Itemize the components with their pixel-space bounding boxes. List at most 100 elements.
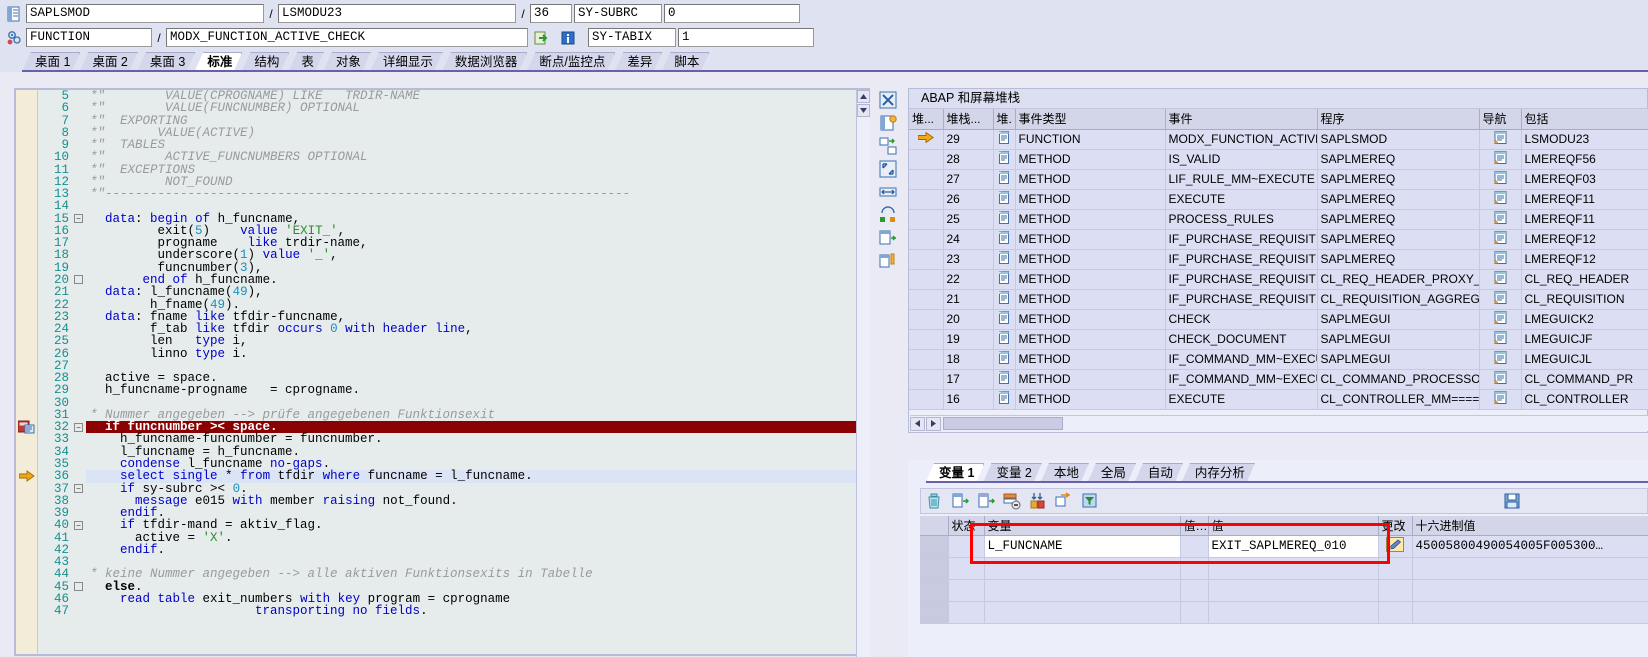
tab-4[interactable]: 结构 xyxy=(241,52,289,72)
variables-value[interactable] xyxy=(1208,557,1379,580)
stack-scroll-left-button[interactable] xyxy=(910,416,925,431)
table-row[interactable]: 28 METHOD IS_VALID SAPLMEREQ LMEREQF56 xyxy=(909,149,1648,170)
tab-2[interactable]: 桌面 3 xyxy=(137,52,195,72)
stack-table-body[interactable]: 29 FUNCTIONMODX_FUNCTION_ACTIVE_…SAPLSMOD… xyxy=(909,129,1648,410)
table-row[interactable]: 20 METHOD CHECK SAPLMEGUI LMEGUICK2 xyxy=(909,309,1648,330)
stack-column-header-5[interactable]: 程序 xyxy=(1317,109,1480,130)
code-line[interactable]: *"--------------------------------------… xyxy=(86,188,870,201)
line-number-field[interactable]: 36 xyxy=(530,4,572,23)
code-line[interactable]: message e015 with member raising not_fou… xyxy=(86,494,870,507)
code-line[interactable]: *" ACTIVE_FUNCNUMBERS OPTIONAL xyxy=(86,151,870,164)
variables-tab-0[interactable]: 变量 1 xyxy=(926,463,984,482)
code-vertical-scrollbar[interactable] xyxy=(856,90,870,657)
stack-column-header-0[interactable]: 堆... xyxy=(909,109,944,130)
stack-navigate-icon[interactable] xyxy=(1479,229,1522,250)
variables-tab-5[interactable]: 内存分析 xyxy=(1182,463,1255,482)
tab-5[interactable]: 表 xyxy=(288,52,324,72)
variables-row[interactable] xyxy=(920,601,1648,624)
stack-scroll-right-button[interactable] xyxy=(926,416,941,431)
pencil-icon[interactable] xyxy=(1386,537,1404,553)
stack-column-header-2[interactable]: 堆. xyxy=(993,109,1016,130)
code-fold-toggle-icon[interactable] xyxy=(74,275,83,285)
tab-3[interactable]: 标准 xyxy=(194,52,242,72)
variables-row-selector[interactable] xyxy=(920,601,949,624)
event-name-field[interactable]: MODX_FUNCTION_ACTIVE_CHECK xyxy=(166,28,528,47)
code-folding-gutter[interactable]: − − − − xyxy=(72,90,86,654)
variables-tab-4[interactable]: 自动 xyxy=(1135,463,1183,482)
stack-navigate-icon[interactable] xyxy=(1479,369,1522,390)
code-line[interactable]: *" VALUE(FUNCNUMBER) OPTIONAL xyxy=(86,102,870,115)
table-row[interactable]: 21METHODIF_PURCHASE_REQUISITION…CL_REQUI… xyxy=(909,289,1648,310)
tab-8[interactable]: 数据浏览器 xyxy=(442,52,528,72)
delete-icon[interactable] xyxy=(921,490,947,512)
variables-value[interactable] xyxy=(1208,601,1379,624)
stack-navigate-icon[interactable] xyxy=(1479,249,1522,270)
sy-tabix-value[interactable]: 1 xyxy=(678,28,814,47)
variables-row[interactable] xyxy=(920,557,1648,580)
code-line[interactable]: * keine Nummer angegeben --> alle aktive… xyxy=(86,568,870,581)
program-field[interactable]: SAPLSMOD xyxy=(26,4,264,23)
code-line[interactable]: transporting no fields. xyxy=(86,605,870,618)
code-line[interactable]: data: l_funcname(49), xyxy=(86,286,870,299)
table-row[interactable]: 16 METHOD EXECUTE CL_CONTROLLER_MM====… CL_C… xyxy=(909,389,1648,410)
code-fold-toggle-icon[interactable] xyxy=(74,582,83,592)
variables-column-header-1[interactable]: 状态 xyxy=(948,516,985,536)
code-line[interactable]: select single * from tfdir where funcnam… xyxy=(86,470,870,483)
stack-table[interactable]: 堆... 堆栈... 堆. 事件类型 事件 程序 导航 包括 29 FUNCTION MODX_F… xyxy=(909,109,1648,410)
table-row[interactable]: 19 METHOD CHECK_DOCUMENT SAPLMEGUI LMEGUICJF xyxy=(909,329,1648,350)
variables-name[interactable] xyxy=(984,579,1181,602)
table-row[interactable]: 17METHODIF_COMMAND_MM~EXECUTECL_COMMAND_… xyxy=(909,369,1648,390)
code-line[interactable]: active = 'X'. xyxy=(86,531,870,544)
code-line[interactable]: *" VALUE(ACTIVE) xyxy=(86,127,870,140)
save-icon[interactable] xyxy=(1499,490,1525,512)
transfer-icon[interactable] xyxy=(1051,490,1077,512)
compare-icon[interactable] xyxy=(1025,490,1051,512)
code-line[interactable]: if sy-subrc >< 0. xyxy=(86,482,870,495)
stack-column-header-3[interactable]: 事件类型 xyxy=(1015,109,1166,130)
table-row[interactable]: 24 METHODIF_PURCHASE_REQUISITION…SAPLMERE… xyxy=(909,229,1648,250)
stack-navigate-icon[interactable] xyxy=(1479,169,1522,190)
stack-column-header-6[interactable]: 导航 xyxy=(1479,109,1522,130)
table-row[interactable]: 27 METHOD LIF_RULE_MM~EXECUTE SAPLMEREQ LMER… xyxy=(909,169,1648,190)
code-line[interactable]: h_funcname-progname = cprogname. xyxy=(86,384,870,397)
variables-column-header-0[interactable] xyxy=(920,516,949,536)
code-line[interactable]: underscore(1) value '_', xyxy=(86,249,870,262)
variables-tab-3[interactable]: 全局 xyxy=(1088,463,1136,482)
variables-change-icon-cell[interactable] xyxy=(1378,557,1413,580)
code-line[interactable]: endif. xyxy=(86,543,870,556)
table-row[interactable]: 23 METHODIF_PURCHASE_REQUISITION…SAPLMERE… xyxy=(909,249,1648,270)
tab-6[interactable]: 对象 xyxy=(323,52,371,72)
stack-column-header-7[interactable]: 包括 xyxy=(1521,109,1648,130)
include-field[interactable]: LSMODU23 xyxy=(278,4,516,23)
tab-7[interactable]: 详细显示 xyxy=(370,52,443,72)
tools-icon[interactable] xyxy=(877,251,899,271)
variables-name[interactable] xyxy=(984,601,1181,624)
stack-navigate-icon[interactable] xyxy=(1479,389,1522,410)
table-row[interactable]: 25 METHOD PROCESS_RULES SAPLMEREQ LMEREQF11 xyxy=(909,209,1648,230)
stack-scroll-thumb[interactable] xyxy=(943,417,1063,430)
breakpoint-icon[interactable] xyxy=(17,420,36,434)
tab-1[interactable]: 桌面 2 xyxy=(79,52,137,72)
goto-icon[interactable] xyxy=(532,29,552,47)
event-type-field[interactable]: FUNCTION xyxy=(26,28,152,47)
variables-column-header-5[interactable]: 更改 xyxy=(1378,516,1413,536)
stack-column-header-1[interactable]: 堆栈... xyxy=(943,109,994,130)
scroll-up-button[interactable] xyxy=(857,90,870,103)
variables-change-icon-cell[interactable] xyxy=(1378,535,1413,558)
stack-navigate-icon[interactable] xyxy=(1479,129,1522,150)
code-fold-toggle-icon[interactable]: − xyxy=(74,213,83,223)
stack-horizontal-scrollbar[interactable] xyxy=(910,415,1648,431)
variables-name[interactable] xyxy=(984,557,1181,580)
maximize-pane-icon[interactable] xyxy=(877,159,899,179)
variables-column-header-6[interactable]: 十六进制值 xyxy=(1412,516,1648,536)
variables-change-icon-cell[interactable] xyxy=(1378,601,1413,624)
scroll-down-button[interactable] xyxy=(857,104,870,117)
stack-navigate-icon[interactable] xyxy=(1479,149,1522,170)
stack-navigate-icon[interactable] xyxy=(1479,309,1522,330)
stack-navigate-icon[interactable] xyxy=(1479,289,1522,310)
filter-icon[interactable] xyxy=(1077,490,1103,512)
new-session-icon[interactable] xyxy=(877,113,899,133)
variables-table[interactable]: 状态 变量 值… 值更改 十六进制值 L_FUNCNAME EXIT_SAPLMEREQ_… xyxy=(920,516,1648,624)
variables-row-selector[interactable] xyxy=(920,535,949,558)
variables-row-selector[interactable] xyxy=(920,579,949,602)
